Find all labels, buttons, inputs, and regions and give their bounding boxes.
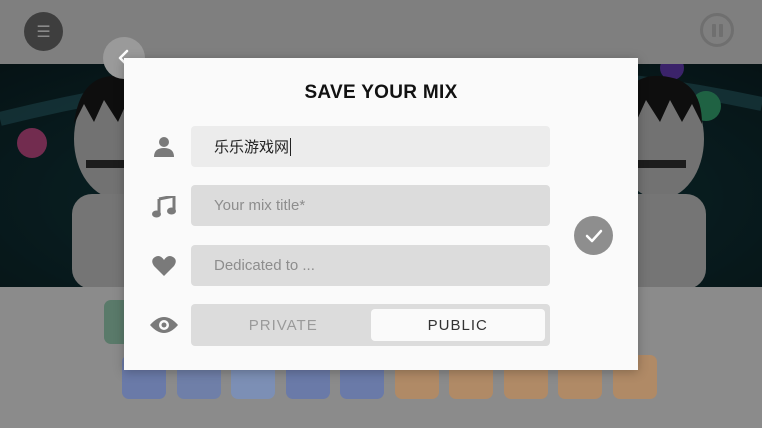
pause-icon [711,23,716,37]
person-icon [151,134,177,160]
checkmark-icon [585,229,602,242]
public-option[interactable]: PUBLIC [370,309,545,341]
pause-icon-bar [718,23,723,37]
dedication-input[interactable]: Dedicated to ... [191,245,550,286]
dedication-placeholder: Dedicated to ... [214,257,315,274]
eye-icon [149,312,179,338]
menu-button[interactable]: ☰ [24,12,63,51]
music-note-icon [151,194,177,220]
dialog-title: SAVE YOUR MIX [304,82,458,103]
author-name-input[interactable]: 乐乐游戏网 [191,126,550,167]
save-mix-dialog: SAVE YOUR MIX 乐乐游戏网 Your mix title* Dedi… [124,58,638,370]
hamburger-icon: ☰ [36,22,51,41]
text-caret [290,137,292,156]
mix-title-placeholder: Your mix title* [214,197,306,214]
mix-title-input[interactable]: Your mix title* [191,185,550,226]
heart-icon [151,253,177,279]
confirm-button[interactable] [574,216,613,255]
light-bulb-pink [17,128,47,158]
private-option[interactable]: PRIVATE [196,309,371,341]
author-name-value: 乐乐游戏网 [214,139,290,156]
pause-button[interactable] [700,13,734,47]
visibility-toggle[interactable]: PRIVATE PUBLIC [191,304,550,346]
